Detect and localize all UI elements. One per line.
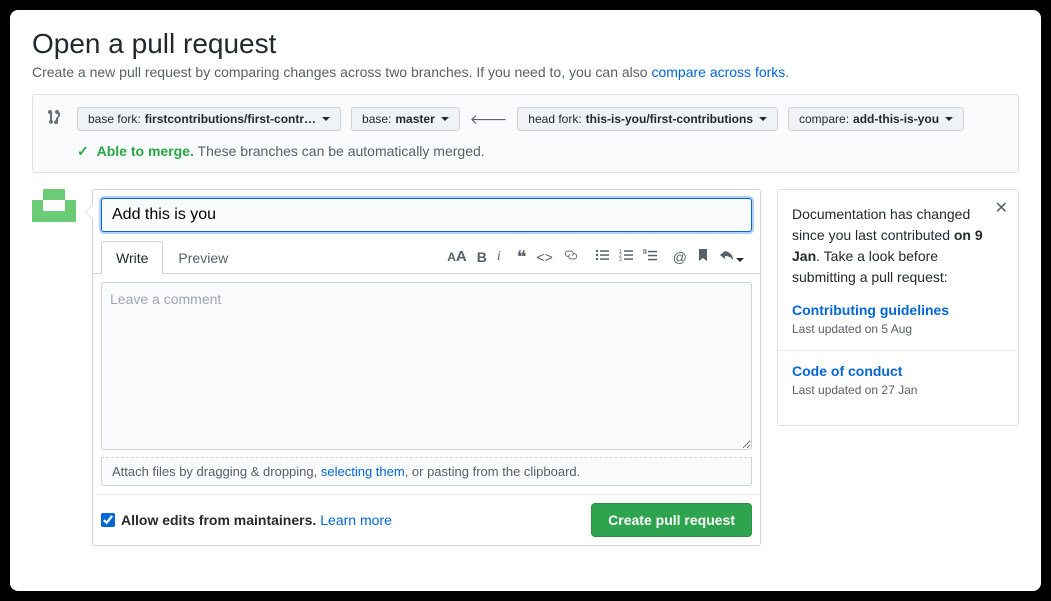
caret-down-icon <box>322 117 330 121</box>
compare-box: base fork: firstcontributions/first-cont… <box>32 94 1019 173</box>
comment-textarea[interactable] <box>101 282 752 450</box>
ol-icon[interactable]: 123 <box>619 248 633 265</box>
learn-more-link[interactable]: Learn more <box>320 512 392 528</box>
task-icon[interactable] <box>643 248 657 265</box>
conduct-link[interactable]: Code of conduct <box>792 363 1004 379</box>
docs-notice-sidebar: ✕ Documentation has changed since you la… <box>777 189 1019 426</box>
compare-forks-link[interactable]: compare across forks <box>651 64 785 80</box>
avatar <box>32 189 76 233</box>
caret-down-icon <box>945 117 953 121</box>
conduct-meta: Last updated on 27 Jan <box>792 383 1004 397</box>
contributing-link[interactable]: Contributing guidelines <box>792 302 1004 318</box>
divider <box>778 350 1018 351</box>
markdown-toolbar: AA B i ❝ <> <box>447 248 752 265</box>
allow-edits-label[interactable]: Allow edits from maintainers. <box>101 512 316 528</box>
select-files-link[interactable]: selecting them <box>321 464 405 479</box>
tab-preview[interactable]: Preview <box>163 241 243 274</box>
notice-text: Documentation has changed since you last… <box>792 204 1004 288</box>
compare-icon <box>47 109 63 130</box>
italic-icon[interactable]: i <box>497 249 501 265</box>
ul-icon[interactable] <box>595 248 609 265</box>
reply-icon[interactable] <box>719 248 744 265</box>
check-icon: ✓ <box>77 143 89 159</box>
allow-edits-checkbox[interactable] <box>101 513 115 527</box>
heading-icon[interactable]: AA <box>447 248 467 265</box>
link-icon[interactable] <box>563 248 579 265</box>
compare-branch-selector[interactable]: compare: add-this-is-you <box>788 107 964 131</box>
bookmark-icon[interactable] <box>697 248 709 265</box>
create-pr-button[interactable]: Create pull request <box>591 503 752 537</box>
contributing-meta: Last updated on 5 Aug <box>792 322 1004 336</box>
page-title: Open a pull request <box>32 28 1019 60</box>
pr-form: Write Preview AA B i ❝ <> <box>92 189 761 546</box>
tab-write[interactable]: Write <box>101 241 163 274</box>
svg-text:3: 3 <box>619 257 622 262</box>
base-branch-selector[interactable]: base: master <box>351 107 460 131</box>
pr-title-input[interactable] <box>101 198 752 232</box>
arrow-left-icon: 🡐 <box>470 111 508 128</box>
merge-status: ✓ Able to merge. These branches can be a… <box>47 143 1004 160</box>
page-subtitle: Create a new pull request by comparing c… <box>32 64 1019 80</box>
quote-icon[interactable]: ❝ <box>517 250 527 264</box>
code-icon[interactable]: <> <box>536 249 552 265</box>
attach-hint[interactable]: Attach files by dragging & dropping, sel… <box>101 457 752 486</box>
bold-icon[interactable]: B <box>477 249 487 265</box>
mention-icon[interactable]: @ <box>673 249 687 265</box>
base-fork-selector[interactable]: base fork: firstcontributions/first-cont… <box>77 107 341 131</box>
close-icon[interactable]: ✕ <box>995 198 1008 218</box>
caret-down-icon <box>441 117 449 121</box>
head-fork-selector[interactable]: head fork: this-is-you/first-contributio… <box>517 107 778 131</box>
caret-down-icon <box>759 117 767 121</box>
